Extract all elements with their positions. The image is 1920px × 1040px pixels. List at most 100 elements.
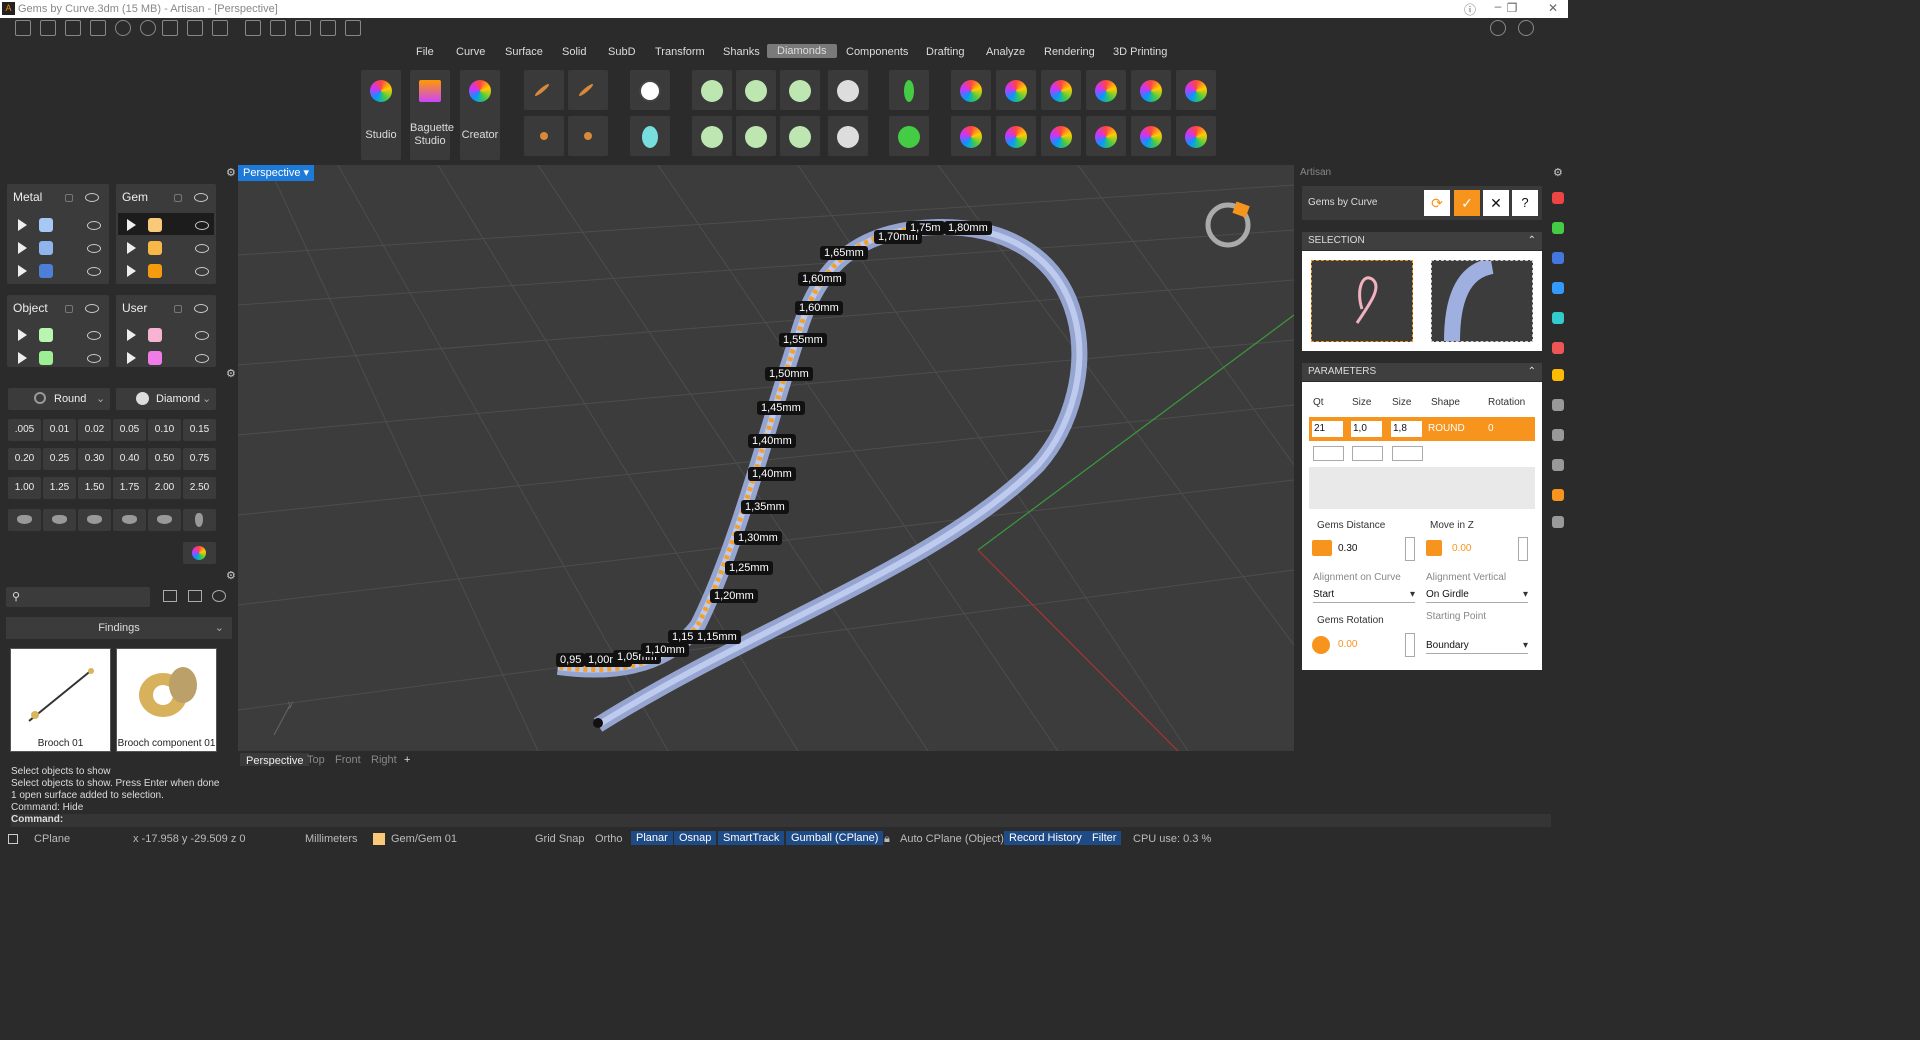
gem-color-icon[interactable] <box>1086 70 1126 110</box>
tab-top[interactable]: Top <box>307 754 325 766</box>
menu-shanks[interactable]: Shanks <box>723 46 760 58</box>
eye-icon[interactable] <box>195 331 209 340</box>
starting-point-dropdown[interactable]: Boundary ▾ <box>1426 638 1528 654</box>
play-icon[interactable] <box>18 329 27 341</box>
eye-icon[interactable] <box>85 193 99 202</box>
qt-stepper[interactable]: 21 <box>1312 421 1343 437</box>
studio-button[interactable]: Studio <box>361 70 401 160</box>
selection-header[interactable]: SELECTION ⌃ <box>1302 232 1542 250</box>
alignment-curve-dropdown[interactable]: Start ▾ <box>1313 587 1415 603</box>
sidebar-tool-icon[interactable] <box>1552 429 1564 441</box>
ok-button[interactable]: ✓ <box>1454 190 1480 216</box>
gems-on-line-icon[interactable] <box>568 70 608 110</box>
sidebar-tool-icon[interactable] <box>1552 369 1564 381</box>
library-category-dropdown[interactable]: Findings ⌄ <box>6 617 232 639</box>
shape-value[interactable]: ROUND <box>1428 423 1465 434</box>
cut-style-4-icon[interactable] <box>113 509 146 531</box>
cut-style-3-icon[interactable] <box>78 509 111 531</box>
size-button[interactable]: 0.02 <box>78 419 111 441</box>
size-button[interactable]: 2.50 <box>183 477 216 499</box>
gems-distance-spinner[interactable] <box>1405 537 1415 561</box>
play-icon[interactable] <box>18 219 27 231</box>
layer-color-swatch[interactable] <box>39 218 53 232</box>
planar-toggle[interactable]: Planar <box>631 831 673 845</box>
gem-shape-icon[interactable] <box>996 70 1036 110</box>
size-button[interactable]: 0.10 <box>148 419 181 441</box>
eye-icon[interactable] <box>194 193 208 202</box>
cup-setting-icon[interactable] <box>692 116 732 156</box>
gumball-icon[interactable] <box>320 20 336 36</box>
size-button[interactable]: 1.75 <box>113 477 146 499</box>
gem-parameter-row[interactable]: 21 1,0 1,8 ROUND 0 <box>1309 417 1535 441</box>
render-icon[interactable] <box>1490 20 1506 36</box>
sidebar-tool-icon[interactable] <box>1552 222 1564 234</box>
layer-color-swatch[interactable] <box>148 351 162 365</box>
sidebar-tool-icon[interactable] <box>1552 312 1564 324</box>
edit-icon[interactable] <box>270 20 286 36</box>
menu-drafting[interactable]: Drafting <box>926 46 965 58</box>
menu-surface[interactable]: Surface <box>505 46 543 58</box>
filter-toggle[interactable]: Filter <box>1087 831 1122 845</box>
layer-color-swatch[interactable] <box>39 264 53 278</box>
selection-surface-preview[interactable] <box>1431 258 1533 342</box>
color-wheel-icon[interactable] <box>183 542 216 564</box>
gem-delete-icon[interactable] <box>1176 116 1216 156</box>
artisan-icon[interactable] <box>1552 489 1564 501</box>
options-icon[interactable] <box>1518 20 1534 36</box>
cutter-icon[interactable] <box>889 116 929 156</box>
auto-cplane-toggle[interactable]: Auto CPlane (Object) <box>900 833 1004 845</box>
lock-icon[interactable] <box>174 194 182 202</box>
gem-edit-icon[interactable] <box>1176 70 1216 110</box>
add-item-icon[interactable] <box>188 590 202 602</box>
layer-color-swatch[interactable] <box>39 241 53 255</box>
eye-icon[interactable] <box>87 267 101 276</box>
size-button[interactable]: 0.30 <box>78 448 111 470</box>
menu-diamonds[interactable]: Diamonds <box>767 44 837 58</box>
ortho-toggle[interactable]: Ortho <box>595 833 623 845</box>
play-icon[interactable] <box>127 352 136 364</box>
sidebar-tool-icon[interactable] <box>1552 459 1564 471</box>
sketch-icon[interactable] <box>245 20 261 36</box>
library-item[interactable]: Brooch 01 <box>10 648 111 752</box>
size-button[interactable]: 0.05 <box>113 419 146 441</box>
cut-style-2-icon[interactable] <box>43 509 76 531</box>
sidebar-tool-icon[interactable] <box>1552 516 1564 528</box>
size-button[interactable]: 1.00 <box>8 477 41 499</box>
size-button[interactable]: 0.75 <box>183 448 216 470</box>
gumball-toggle[interactable]: Gumball (CPlane) <box>786 831 884 845</box>
size-button[interactable]: 0.15 <box>183 419 216 441</box>
redo-icon[interactable] <box>140 20 156 36</box>
lock-icon[interactable] <box>65 305 73 313</box>
add-folder-icon[interactable] <box>163 590 177 602</box>
sidebar-tool-icon[interactable] <box>1552 282 1564 294</box>
eye-icon[interactable] <box>87 221 101 230</box>
refresh-button[interactable]: ⟳ <box>1424 190 1450 216</box>
gem-shape-dropdown[interactable]: Round ⌄ <box>8 388 110 410</box>
pave-icon[interactable] <box>828 70 868 110</box>
size-button[interactable]: 0.40 <box>113 448 146 470</box>
play-icon[interactable] <box>127 265 136 277</box>
play-icon[interactable] <box>127 329 136 341</box>
menu-file[interactable]: File <box>416 46 434 58</box>
gems-distance-input[interactable]: 0.30 <box>1338 543 1357 554</box>
gear-icon[interactable]: ⚙ <box>226 569 236 582</box>
size-button[interactable]: 0.25 <box>43 448 76 470</box>
menu-subd[interactable]: SubD <box>608 46 636 58</box>
size1-stepper[interactable]: 1,0 <box>1351 421 1382 437</box>
library-search-input[interactable]: ⚲ <box>6 587 150 607</box>
help-button[interactable]: ? <box>1512 190 1538 216</box>
menu-transform[interactable]: Transform <box>655 46 705 58</box>
bezel-setting-icon[interactable] <box>736 70 776 110</box>
selection-curve-preview[interactable] <box>1311 260 1413 342</box>
size-button[interactable]: .005 <box>8 419 41 441</box>
viewport-perspective[interactable]: y 0,95 1,00mm 1,05mm 1,10mm 1,15mm 1,15mm 1,20… <box>238 165 1294 751</box>
qt-stepper-empty[interactable] <box>1313 446 1344 461</box>
eye-icon[interactable] <box>195 354 209 363</box>
move-z-spinner[interactable] <box>1518 537 1528 561</box>
rotation-value[interactable]: 0 <box>1488 423 1494 434</box>
lock-icon[interactable] <box>174 305 182 313</box>
gem-rotate-icon[interactable] <box>996 116 1036 156</box>
library-item[interactable]: Brooch component 01 <box>116 648 217 752</box>
layer-color-swatch[interactable] <box>39 328 53 342</box>
halo-setting-icon[interactable] <box>780 70 820 110</box>
